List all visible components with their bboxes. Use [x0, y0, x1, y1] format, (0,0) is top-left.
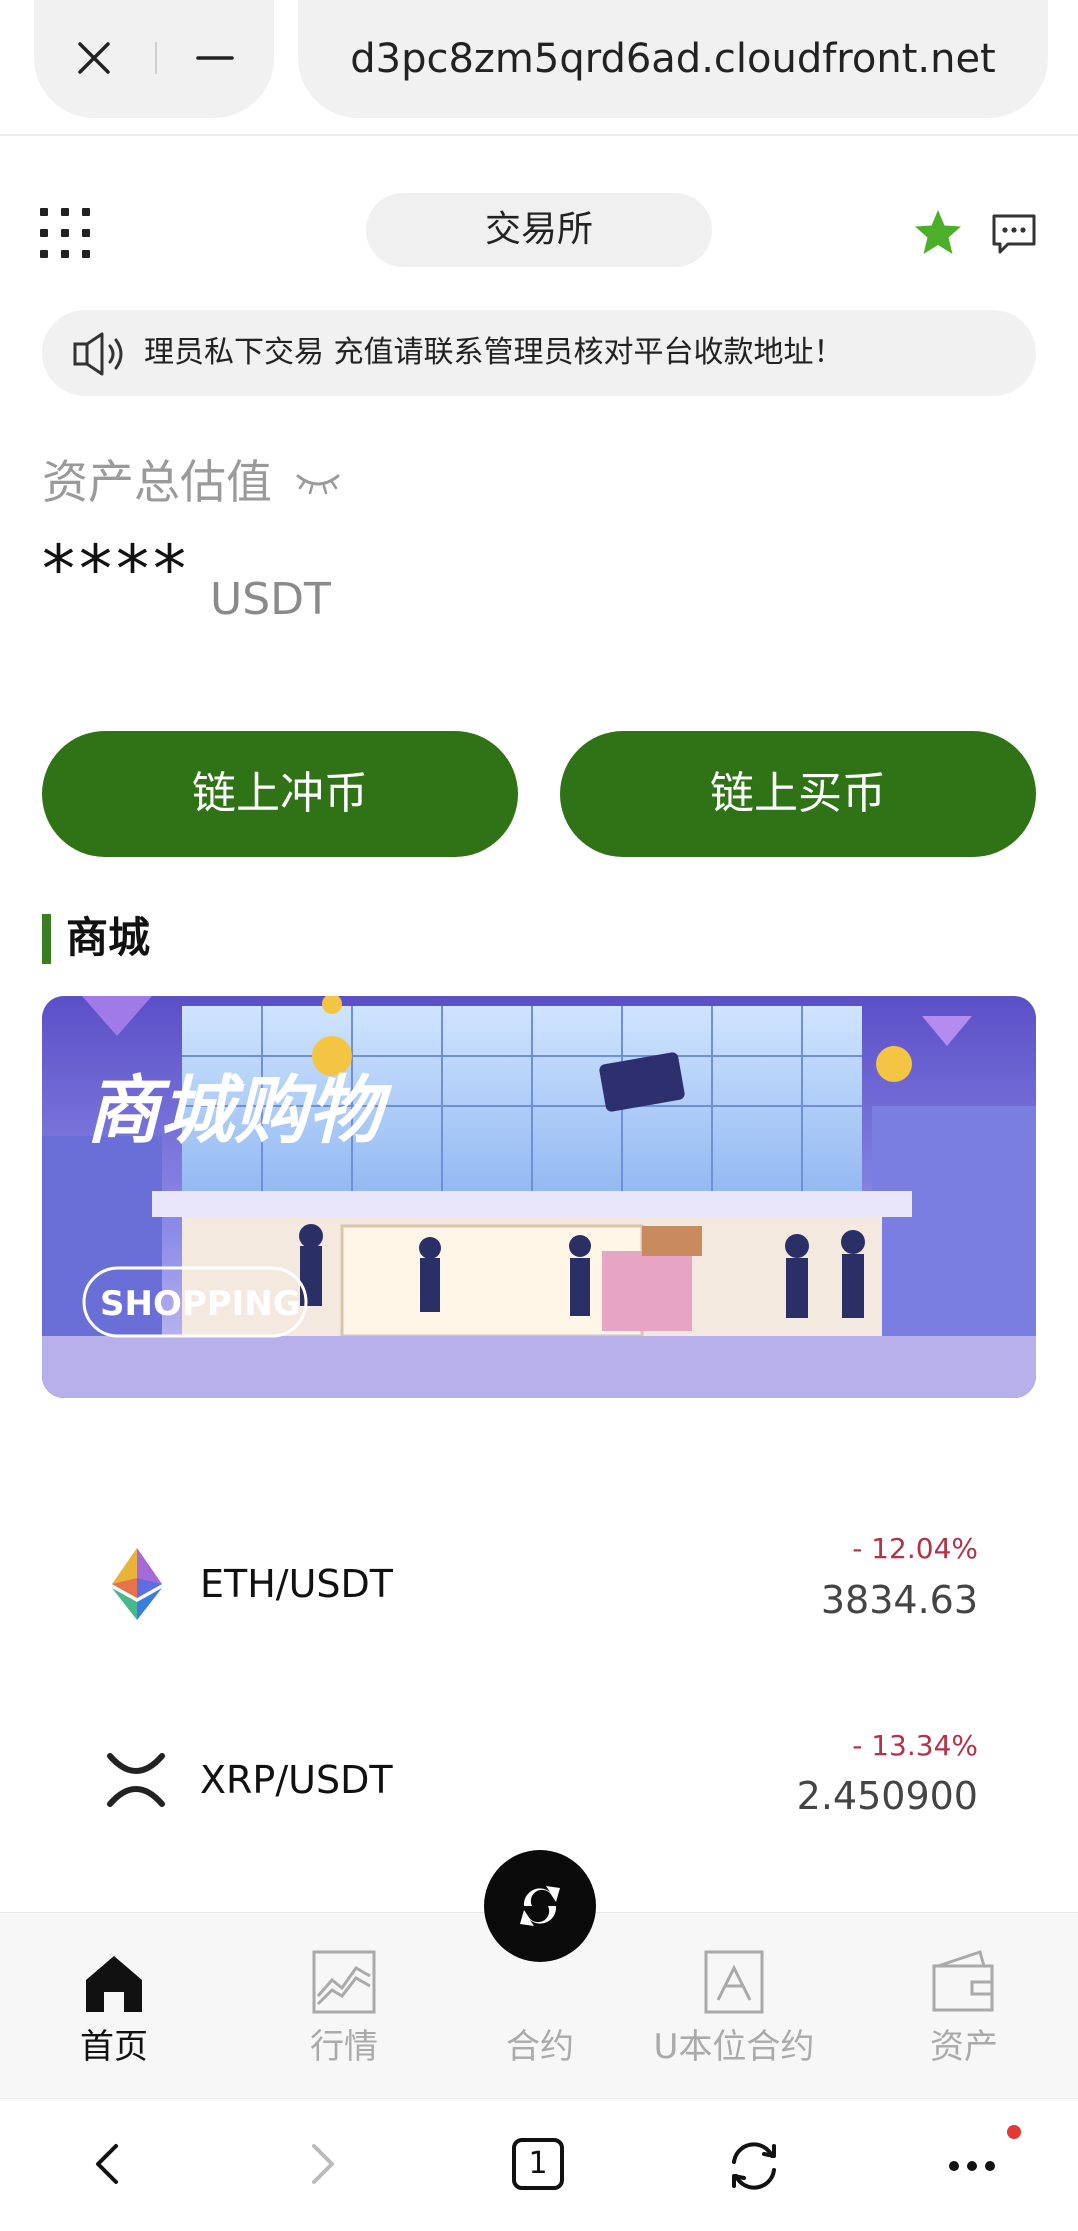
nav-item-assets[interactable]: 资产: [864, 1940, 1064, 2080]
banner-title: 商城购物: [86, 1068, 393, 1154]
ethereum-icon: [112, 1548, 162, 1620]
market-chart-icon: [312, 1950, 376, 2014]
nav-label: 首页: [80, 2027, 148, 2067]
minimize-icon[interactable]: [194, 38, 236, 78]
nav-item-u-contract[interactable]: U本位合约: [634, 1940, 834, 2080]
mall-shopping-banner[interactable]: 商城购物 SHOPPING: [42, 996, 1036, 1398]
coin-pair: ETH/USDT: [200, 1562, 394, 1606]
total-assets-value: ****: [42, 531, 190, 608]
more-menu-icon[interactable]: [940, 2124, 1028, 2184]
nav-item-home[interactable]: 首页: [14, 1940, 214, 2080]
mall-section-title: 商城: [66, 913, 151, 962]
swap-icon: [520, 1886, 560, 1926]
tabs-counter-button[interactable]: 1: [512, 2138, 564, 2190]
section-marker: [42, 914, 51, 964]
coin-change: - 12.04%: [852, 1532, 978, 1565]
nav-label: U本位合约: [653, 2027, 815, 2067]
shopping-mall-illustration: 商城购物 SHOPPING: [42, 996, 1036, 1398]
hide-balance-eye-icon[interactable]: [294, 470, 342, 496]
message-icon[interactable]: [990, 212, 1038, 256]
address-bar-url[interactable]: d3pc8zm5qrd6ad.cloudfront.net: [298, 26, 1048, 92]
nav-label: 合约: [506, 2027, 574, 2067]
total-assets-label: 资产总估值: [42, 455, 272, 509]
page-title: 交易所: [484, 209, 593, 250]
contract-icon: [704, 1950, 764, 2014]
close-icon[interactable]: [74, 38, 114, 78]
xrp-icon: [107, 1753, 165, 1807]
onchain-deposit-button[interactable]: 链上冲币: [42, 731, 518, 857]
controls-divider: [155, 42, 157, 74]
nav-item-market[interactable]: 行情: [244, 1940, 444, 2080]
onchain-buy-button[interactable]: 链上买币: [560, 731, 1036, 857]
announcement-text: 理员私下交易 充值请联系管理员核对平台收款地址！: [144, 335, 844, 370]
coin-price: 3834.63: [820, 1578, 978, 1622]
browser-window-controls: [34, 0, 274, 118]
banner-tag: SHOPPING: [100, 1284, 301, 1324]
speaker-icon: [73, 332, 123, 376]
coin-change: - 13.34%: [852, 1729, 978, 1762]
forward-icon[interactable]: [302, 2140, 342, 2188]
back-icon[interactable]: [88, 2140, 128, 2188]
wallet-icon: [932, 1950, 994, 2012]
coin-pair: XRP/USDT: [200, 1758, 393, 1802]
nav-item-contract[interactable]: 合约: [440, 1940, 640, 2080]
nav-label: 资产: [930, 2027, 998, 2067]
home-icon: [86, 1956, 142, 2012]
apps-grid-icon[interactable]: [40, 208, 90, 258]
total-assets-unit: USDT: [210, 574, 331, 625]
favorite-star-icon[interactable]: [912, 208, 964, 258]
coin-price: 2.450900: [796, 1774, 978, 1818]
refresh-icon[interactable]: [724, 2138, 784, 2194]
nav-label: 行情: [310, 2027, 378, 2067]
